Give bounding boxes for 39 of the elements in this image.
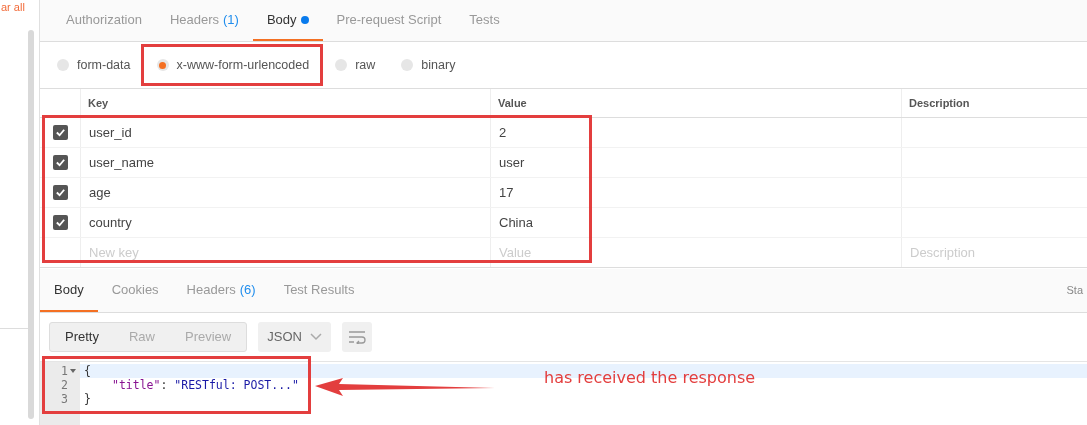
code-line: {: [84, 364, 91, 378]
scrollbar[interactable]: [28, 30, 34, 419]
body-mode-radio[interactable]: binary: [401, 55, 456, 75]
code-line: "title": "RESTful: POST...": [112, 378, 299, 392]
wrap-lines-icon: [347, 330, 366, 344]
fold-caret-icon[interactable]: [70, 369, 76, 373]
key-cell[interactable]: country: [89, 212, 132, 233]
checkbox[interactable]: [52, 125, 68, 140]
check-icon: [54, 157, 66, 168]
body-mode-radio[interactable]: raw: [335, 55, 376, 75]
column-header: Description: [909, 95, 970, 111]
format-dropdown[interactable]: JSON: [258, 322, 331, 352]
key-cell[interactable]: user_name: [89, 152, 155, 173]
chevron-icon: [309, 333, 322, 341]
view-mode-button[interactable]: Pretty: [50, 323, 114, 351]
value-cell[interactable]: user: [499, 152, 525, 173]
checkbox[interactable]: [52, 215, 68, 230]
response-tab[interactable]: Body: [40, 269, 98, 312]
code-line: }: [84, 392, 91, 406]
request-tab[interactable]: Body: [252, 0, 323, 41]
line-number: 1: [61, 364, 68, 378]
column-header: Key: [88, 95, 109, 111]
value-cell[interactable]: China: [499, 212, 533, 233]
checkbox[interactable]: [52, 155, 68, 170]
line-number: 3: [61, 392, 68, 406]
column-header: Value: [498, 95, 527, 111]
check-icon: [54, 127, 66, 138]
value-cell[interactable]: 2: [499, 122, 507, 143]
body-mode-radio[interactable]: x-www-form-urlencoded: [156, 55, 310, 75]
checkbox[interactable]: [52, 185, 68, 200]
check-icon: [54, 217, 66, 228]
key-cell[interactable]: user_id: [89, 122, 132, 143]
check-icon: [54, 187, 66, 198]
line-number: 2: [61, 378, 68, 392]
body-mode-radio[interactable]: form-data: [57, 55, 131, 75]
value-cell[interactable]: 17: [499, 182, 514, 203]
annotation-text: has received the response: [544, 367, 756, 389]
key-cell[interactable]: age: [89, 182, 111, 203]
status-label: Sta: [1066, 283, 1083, 299]
